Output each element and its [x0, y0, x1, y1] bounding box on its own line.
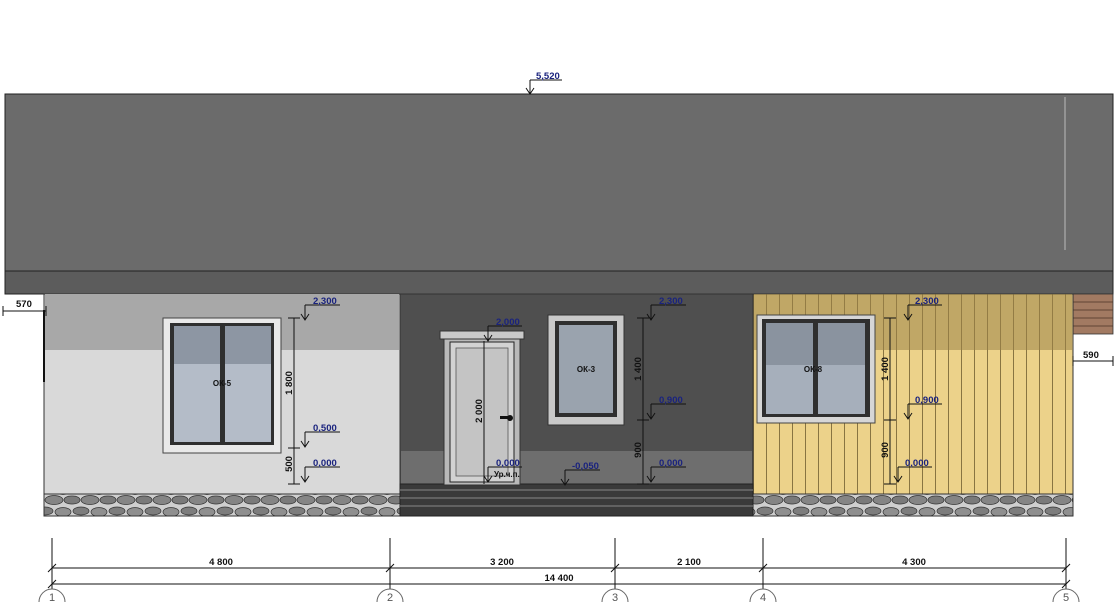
- soffit-right: [1072, 293, 1114, 335]
- roof-eave-fascia: [4, 270, 1114, 295]
- level-ridge: 5,520: [536, 71, 560, 82]
- facade-elevation-drawing: 5,520 2,300 0,500 0,000 2,000 0,000 Ур.ч…: [2, 71, 1114, 602]
- dim-span-2-3: 3 200: [490, 557, 514, 568]
- axis-label-4: 4: [760, 592, 766, 602]
- axis-label-5: 5: [1063, 592, 1069, 602]
- dim-left-sill-height: 500: [284, 456, 295, 472]
- stone-plinth-right: [752, 493, 1074, 517]
- window-tag-ok5: ОК-5: [213, 379, 232, 388]
- dim-right-sill-height: 900: [880, 442, 891, 458]
- level-sill-mid: 0,900: [659, 395, 683, 406]
- dim-left-window-height: 1 800: [284, 371, 295, 395]
- level-wall-top-right: 2,300: [915, 296, 939, 307]
- level-floor-note: Ур.ч.п.: [494, 470, 520, 479]
- level-zero-door: 0,000: [496, 458, 520, 469]
- dim-door-height: 2 000: [474, 399, 485, 423]
- dim-span-4-5: 4 300: [902, 557, 926, 568]
- dim-right-window-height: 1 400: [880, 357, 891, 381]
- dim-span-3-4: 2 100: [677, 557, 701, 568]
- stone-plinth-left: [43, 493, 401, 517]
- dim-overhang-left: 570: [16, 299, 32, 310]
- entrance-steps: [399, 483, 754, 517]
- dim-overhang-right: 590: [1083, 350, 1099, 361]
- dim-mid-sill-height: 900: [633, 442, 644, 458]
- axis-label-3: 3: [612, 592, 618, 602]
- dim-span-1-2: 4 800: [209, 557, 233, 568]
- window-tag-ok8: ОК-8: [804, 365, 823, 374]
- level-ground: -0,050: [572, 461, 599, 472]
- dim-total: 14 400: [544, 573, 573, 584]
- level-sill-left: 0,500: [313, 423, 337, 434]
- level-zero-left: 0,000: [313, 458, 337, 469]
- level-sill-right: 0,900: [915, 395, 939, 406]
- axis-bubbles: [38, 588, 1080, 602]
- level-wall-top-left: 2,300: [313, 296, 337, 307]
- roof: [4, 93, 1114, 272]
- level-door-top: 2,000: [496, 317, 520, 328]
- level-wall-top-mid: 2,300: [659, 296, 683, 307]
- level-zero-mid: 0,000: [659, 458, 683, 469]
- window-tag-ok3: ОК-3: [577, 365, 596, 374]
- axis-label-1: 1: [49, 592, 55, 602]
- dim-mid-window-height: 1 400: [633, 357, 644, 381]
- axis-label-2: 2: [387, 592, 393, 602]
- level-zero-right: 0,000: [905, 458, 929, 469]
